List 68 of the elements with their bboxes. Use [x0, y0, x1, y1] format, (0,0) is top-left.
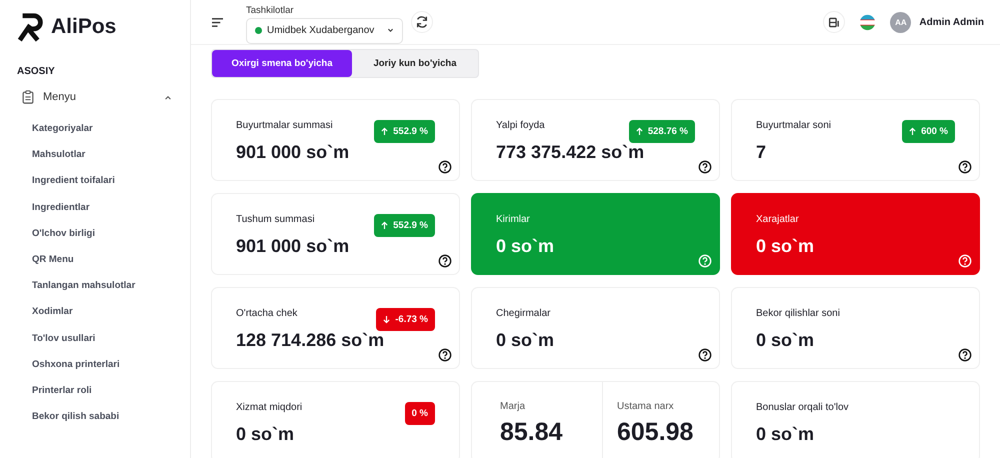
change-badge: 600 %	[902, 120, 955, 143]
help-icon[interactable]	[698, 160, 712, 174]
sidebar-item[interactable]: Oshxona printerlari	[32, 352, 190, 378]
tab[interactable]: Oxirgi smena bo'yicha	[212, 50, 352, 77]
user-name[interactable]: Admin Admin	[919, 16, 984, 28]
section-title: ASOSIY	[17, 66, 56, 77]
help-icon[interactable]	[698, 348, 712, 362]
change-badge: 552.9 %	[374, 214, 435, 237]
menu-group[interactable]: Menyu	[17, 89, 190, 105]
change-badge: 552.9 %	[374, 120, 435, 143]
help-icon[interactable]	[438, 254, 452, 268]
stat-value: 0 so`m	[496, 236, 556, 257]
stat-title: Bonuslar orqali to'lov	[756, 402, 849, 413]
device-icon	[828, 16, 841, 28]
menu-icon[interactable]	[211, 16, 224, 28]
stat-value: 0 so`m	[496, 330, 556, 351]
stat-value: 85.84	[500, 418, 564, 447]
stat-title: Tushum summasi	[236, 214, 315, 225]
stat-title: Chegirmalar	[496, 308, 550, 319]
clipboard-icon	[21, 90, 35, 104]
sidebar-item[interactable]: Xodimlar	[32, 299, 190, 326]
stat-value: 0 so`m	[756, 236, 816, 257]
stat-title: Ustama narx	[617, 401, 675, 412]
stat-title: Kirimlar	[496, 214, 530, 225]
field-label: Tashkilotlar	[246, 4, 295, 16]
device-button[interactable]	[823, 11, 846, 33]
sidebar-item[interactable]: To'lov usullari	[32, 326, 190, 352]
sidebar-item[interactable]: Bekor qilish sababi	[32, 404, 190, 430]
help-icon[interactable]	[958, 348, 972, 362]
stat-value: 0 so`m	[236, 424, 296, 445]
stat-value: 901 000 so`m	[236, 142, 350, 163]
change-badge: 528.76 %	[628, 120, 695, 143]
sidebar-item[interactable]: O'lchov birligi	[32, 220, 190, 247]
status-dot	[255, 27, 262, 34]
help-icon[interactable]	[438, 348, 452, 362]
organization-select[interactable]: Umidbek Xudaberganov	[246, 18, 404, 44]
stat-title: Marja	[500, 401, 526, 412]
caret-icon	[387, 28, 394, 33]
sidebar-item[interactable]: Kategoriyalar	[32, 116, 190, 142]
sidebar-item[interactable]: Printerlar roli	[32, 378, 190, 404]
stat-value: 7	[756, 142, 768, 163]
sidebar-item[interactable]: Tanlangan mahsulotlar	[32, 273, 190, 300]
flag-icon[interactable]	[859, 14, 876, 30]
tab[interactable]: Joriy kun bo'yicha	[352, 50, 478, 77]
stat-value: 901 000 so`m	[236, 236, 350, 257]
stat-title: Buyurtmalar summasi	[236, 120, 333, 131]
stat-value: 128 714.286 so`m	[236, 330, 386, 351]
stat-value: 0 so`m	[756, 330, 816, 351]
refresh-button[interactable]	[411, 11, 434, 33]
stat-title: Bekor qilishlar soni	[756, 308, 840, 319]
stat-value: 0 so`m	[756, 424, 816, 445]
stat-title: Buyurtmalar soni	[756, 120, 832, 131]
stat-value: 773 375.422 so`m	[496, 142, 646, 163]
stat-title: Xarajatlar	[756, 214, 799, 225]
stat-title: Yalpi foyda	[496, 120, 545, 131]
change-badge: -6.73 %	[376, 308, 435, 331]
help-icon[interactable]	[438, 160, 452, 174]
help-icon[interactable]	[958, 160, 972, 174]
refresh-icon	[415, 15, 430, 29]
sidebar-item[interactable]: Ingredient toifalari	[32, 168, 190, 195]
sidebar-item[interactable]: QR Menu	[32, 246, 190, 274]
stat-title: Xizmat miqdori	[236, 402, 302, 413]
stat-title: O'rtacha chek	[236, 308, 298, 319]
brand-name: AliPos	[51, 15, 116, 39]
change-badge: 0 %	[404, 402, 435, 425]
sidebar-item[interactable]: Mahsulotlar	[32, 142, 190, 168]
sidebar-item[interactable]: Ingredientlar	[32, 194, 190, 221]
stat-value: 605.98	[617, 418, 694, 447]
